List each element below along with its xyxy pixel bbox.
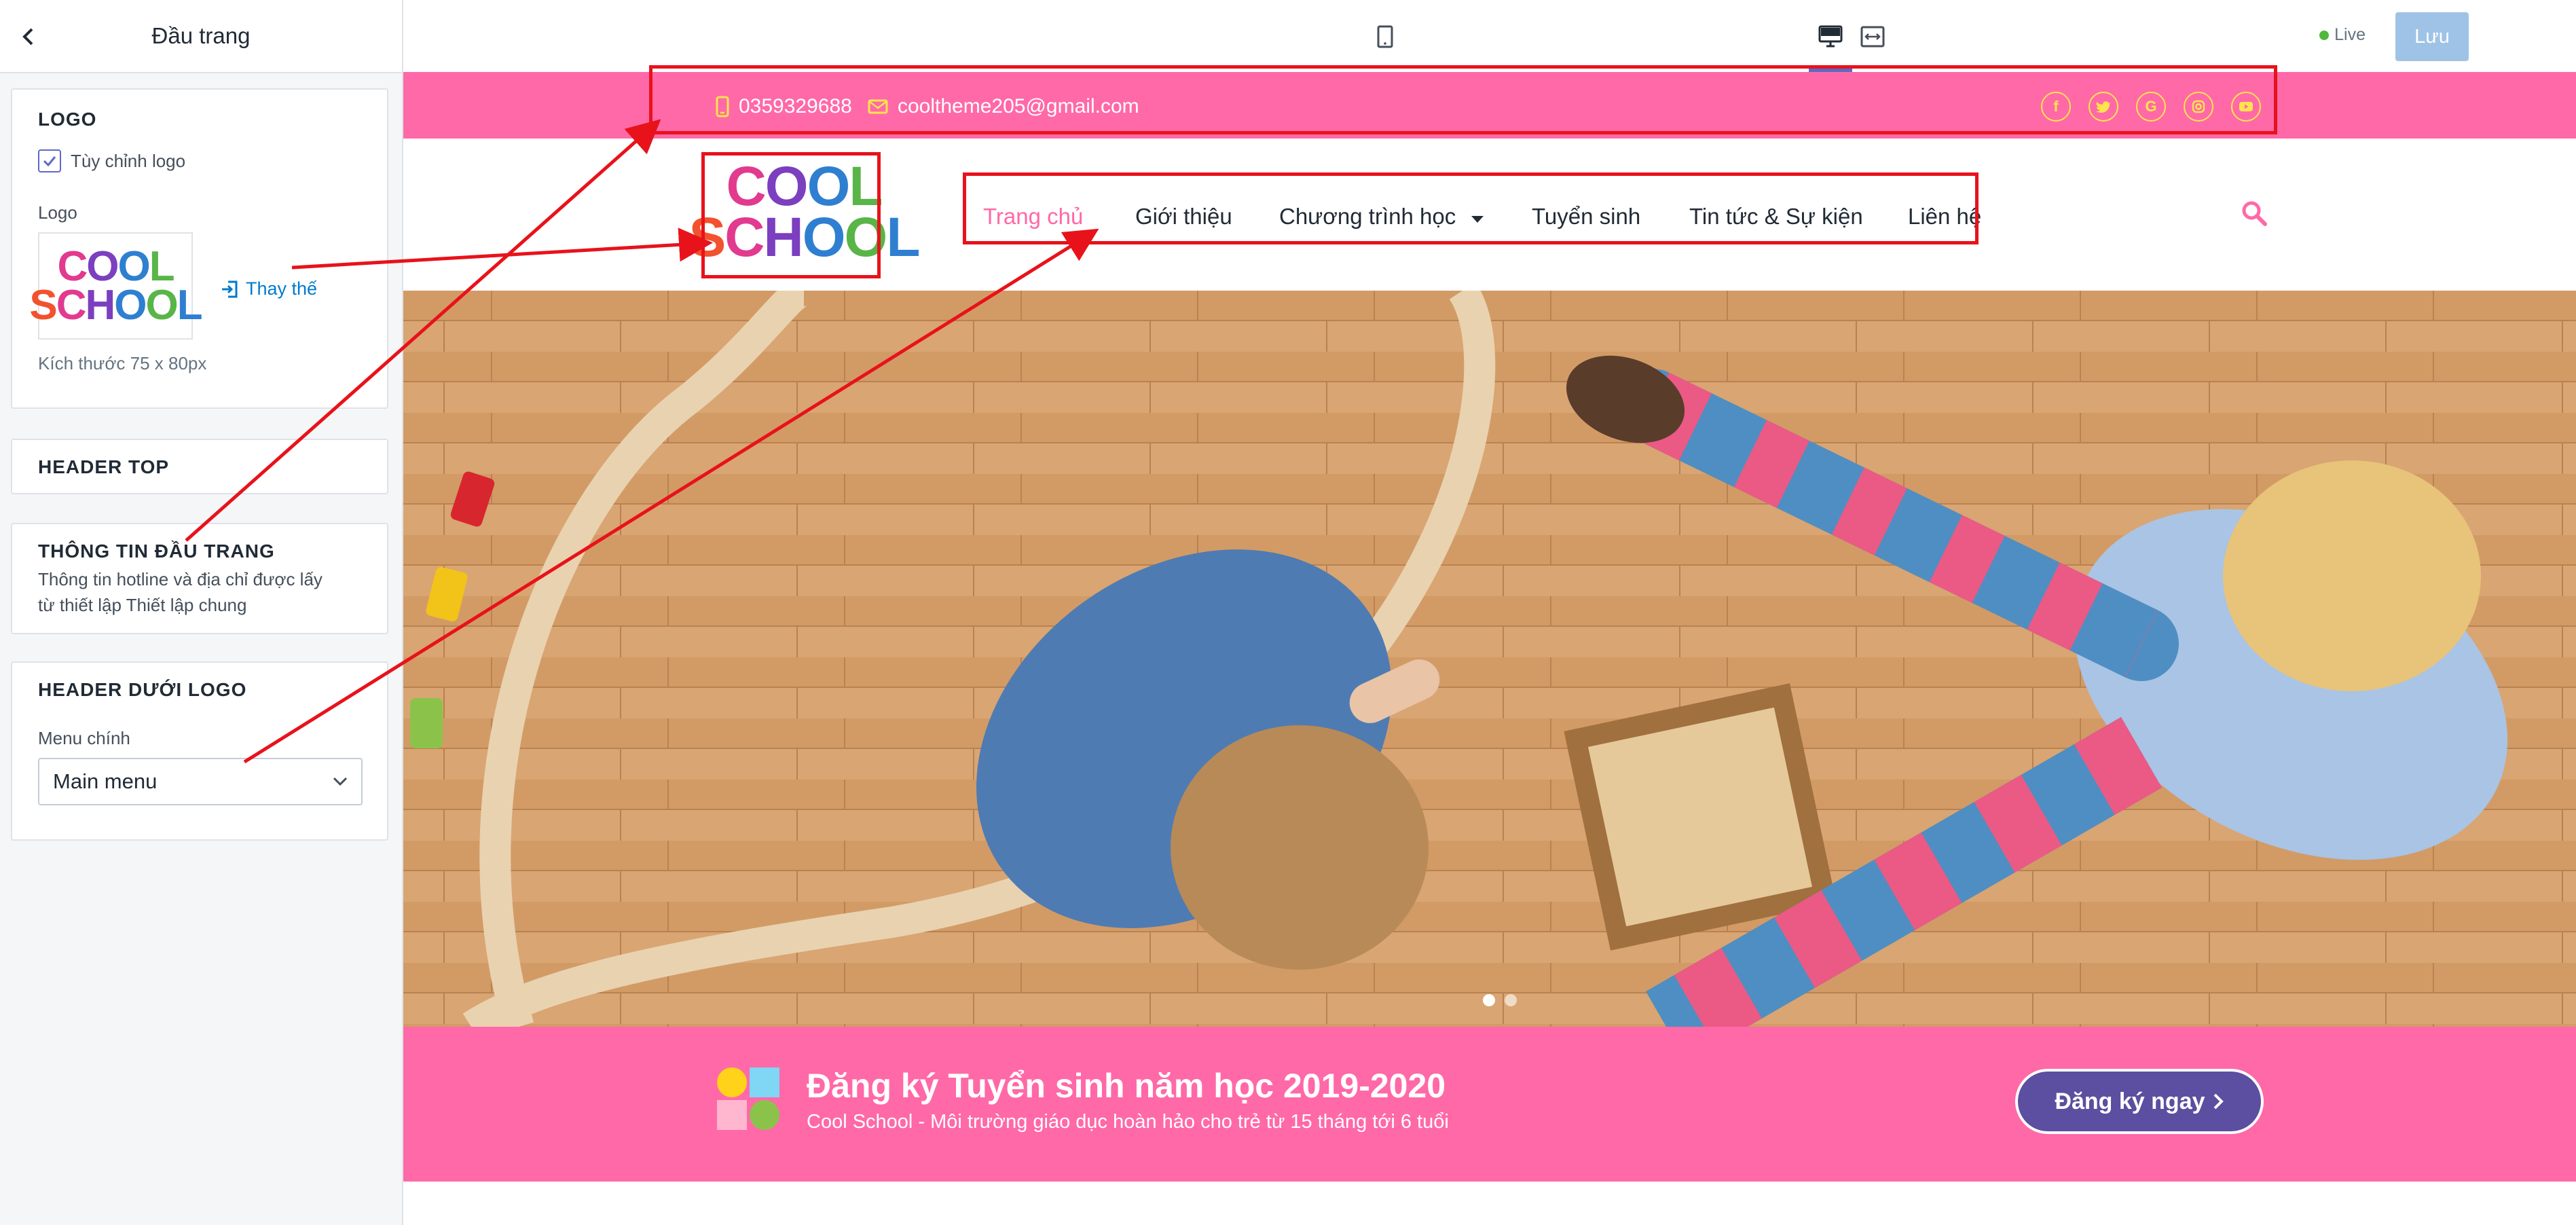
annotation-arrows [185, 119, 1099, 764]
